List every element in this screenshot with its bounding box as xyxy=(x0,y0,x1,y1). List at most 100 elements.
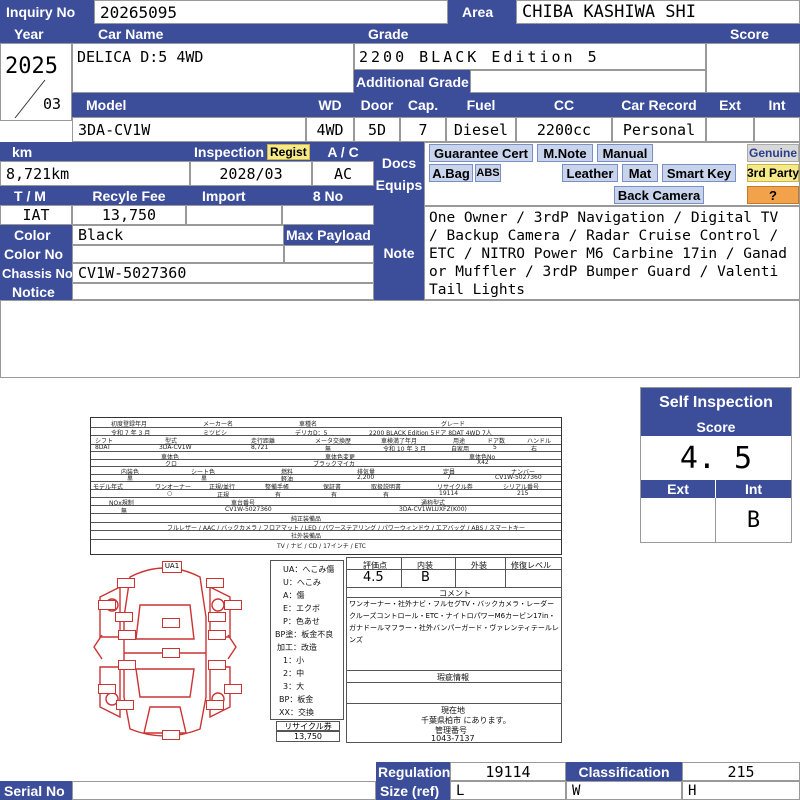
legend-item: 加工：改造 xyxy=(277,643,317,652)
year-label: Year xyxy=(0,24,72,43)
comment-text: ワンオーナー・社外ナビ・フルセグTV・バックカメラ・レーダークルーズコントロール… xyxy=(349,600,559,644)
damage-legend: UA：へこみ傷 U：へこみ A：傷 E：エクボ P：色あせ BP塗：板金不良 加… xyxy=(270,560,344,720)
classification-value: 215 xyxy=(682,762,800,781)
sheet-row5-value-6: 有 xyxy=(383,492,390,499)
sheet-row2-value-8: 右 xyxy=(531,446,538,453)
car-name-label: Car Name xyxy=(72,24,354,43)
size-ref-label: Size (ref) xyxy=(376,781,450,800)
legend-item: A：傷 xyxy=(283,591,305,600)
docs-equips-label: Docs Equips xyxy=(374,142,424,206)
legend-item: U：へこみ xyxy=(283,578,321,587)
manage-no: 1043-7137 xyxy=(431,734,475,743)
wd-value: 4WD xyxy=(306,117,354,142)
legend-item: XX：交換 xyxy=(279,708,314,717)
recycle-ticket-label: リサイクル券 xyxy=(276,721,340,731)
sheet-row1-label-1: 初度登録年月 xyxy=(111,421,148,428)
damage-box xyxy=(118,630,136,640)
cc-label: CC xyxy=(516,93,612,117)
int-value xyxy=(754,117,800,142)
damage-box xyxy=(98,684,116,694)
notice-value xyxy=(72,283,374,300)
third-party-tag: 3rd Party xyxy=(746,164,800,182)
max-payload-label: Max Payload xyxy=(284,225,374,245)
sheet-row5-value-5: 有 xyxy=(331,492,338,499)
damage-box xyxy=(224,600,242,610)
legend-item: E：エクボ xyxy=(283,604,321,613)
fuel-label: Fuel xyxy=(446,93,516,117)
int-label: Int xyxy=(754,93,800,117)
inspection-label: Inspection Regist xyxy=(190,142,312,161)
damage-box xyxy=(162,730,180,740)
sheet-row6-value-1: 無 xyxy=(121,508,128,515)
sheet-ext-equip: TV / ナビ / CD / 17インチ / ETC xyxy=(277,543,366,550)
month-value: 03 xyxy=(43,95,62,113)
question-tag: ? xyxy=(747,186,799,204)
damage-box xyxy=(208,630,226,640)
sheet-ext-equip-label: 社外装備品 xyxy=(291,533,322,540)
note-label: Note xyxy=(374,206,424,300)
sheet-row5-label-2: ワンオーナー xyxy=(155,484,192,491)
legend-item: UA：へこみ傷 xyxy=(283,565,335,574)
self-score-label: Score xyxy=(641,418,791,436)
fuel-value: Diesel xyxy=(446,117,516,142)
sheet-std-equip: フルレザー / AAC / バックカメラ / フロアマット / LED / パワ… xyxy=(167,525,525,532)
sheet-row5-value-8: 215 xyxy=(517,490,529,497)
legend-item: BP：板金 xyxy=(279,695,314,704)
sheet-row3-value-2: ブラックマイカ xyxy=(313,461,356,468)
guarantee-cert-tag: Guarantee Cert xyxy=(429,144,533,162)
grade-box: 2200 BLACK Edition 5 xyxy=(354,43,706,70)
damage-box xyxy=(162,648,180,658)
sheet-row2-label-4: メータ交換歴 xyxy=(315,438,352,445)
genuine-tag: Genuine xyxy=(747,144,799,162)
sheet-row5-value-7: 19114 xyxy=(439,490,459,497)
sheet-row2-value-2: 3DA-CV1W xyxy=(159,444,192,451)
cap-label: Cap. xyxy=(400,93,446,117)
sheet-row2-value-1: 8DAT xyxy=(95,444,111,451)
import-label: Import xyxy=(186,186,282,205)
manual-tag: Manual xyxy=(597,144,653,162)
damage-box xyxy=(206,578,224,588)
grade-label: Grade xyxy=(354,24,706,43)
size-w-value: W xyxy=(566,781,682,800)
self-inspection-panel: Self Inspection Score 4. 5 Ext Int B xyxy=(640,387,792,543)
notice-area xyxy=(0,300,800,378)
damage-box xyxy=(118,660,136,670)
sheet-row1-label-2: メーカー名 xyxy=(203,421,234,428)
ext-label: Ext xyxy=(706,93,754,117)
evaluation-panel: 評価点 内装 外装 修復レベル 4.5 B コメント ワンオーナー・社外ナビ・フ… xyxy=(346,557,562,743)
recycle-fee-value: 13,750 xyxy=(72,205,186,225)
legend-item: 2：中 xyxy=(283,669,305,678)
leather-tag: Leather xyxy=(562,164,618,182)
recycle-fee-label: Recyle Fee xyxy=(72,186,186,205)
color-no-label: Color No xyxy=(0,245,72,263)
sheet-row4-value-2: 黒 xyxy=(201,476,208,483)
sheet-row1-label-4: グレード xyxy=(441,421,466,428)
year-value: 2025 xyxy=(5,54,58,79)
sheet-row5-label-1: モデル年式 xyxy=(93,484,124,491)
sheet-row1-label-3: 車種名 xyxy=(299,421,318,428)
ext-value xyxy=(706,117,754,142)
notice-label: Notice xyxy=(0,283,72,300)
self-inspection-title: Self Inspection xyxy=(641,388,791,418)
grade-value: 2200 BLACK Edition 5 xyxy=(359,48,600,66)
cc-value: 2200cc xyxy=(516,117,612,142)
damage-box xyxy=(115,612,133,622)
score-box xyxy=(706,43,800,93)
smart-key-tag: Smart Key xyxy=(662,164,736,182)
tm-label: T / M xyxy=(0,186,72,205)
km-value: 8,721km xyxy=(0,161,190,186)
m-note-tag: M.Note xyxy=(537,144,593,162)
abs-tag: ABS xyxy=(475,164,501,182)
sheet-row6-value-2: CV1W-5027360 xyxy=(225,506,272,513)
eight-no-value xyxy=(282,205,374,225)
regist-badge: Regist xyxy=(267,143,310,160)
sheet-row5-value-3: 正規 xyxy=(217,492,230,499)
serial-no-value xyxy=(72,781,376,800)
cap-value: 7 xyxy=(400,117,446,142)
legend-item: 3：大 xyxy=(283,682,305,691)
damage-box xyxy=(208,660,226,670)
damage-box xyxy=(206,700,224,710)
a-bag-tag: A.Bag xyxy=(429,164,473,182)
recycle-ticket-value: 13,750 xyxy=(276,731,340,742)
sheet-row2-value-5: 令和 10 年 3 月 xyxy=(383,446,427,453)
